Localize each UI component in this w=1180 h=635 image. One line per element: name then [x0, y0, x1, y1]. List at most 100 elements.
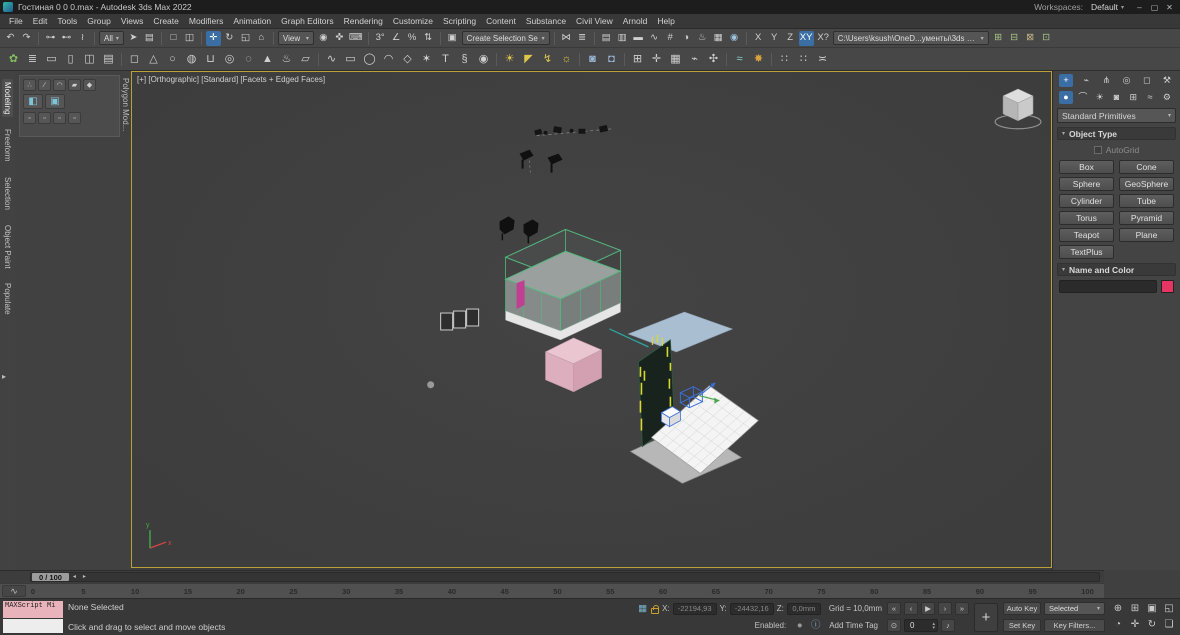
rendered-frame-window-icon[interactable]: ▦: [711, 31, 726, 46]
snaps-use-axis-constraints-icon[interactable]: X?: [816, 31, 831, 46]
macro-recorder-line[interactable]: MAXScript Mi: [3, 601, 63, 618]
app-icon[interactable]: [3, 2, 13, 12]
pivot-door-icon[interactable]: ▯: [62, 51, 79, 68]
select-and-place-icon[interactable]: ⌂: [254, 31, 269, 46]
railing-icon[interactable]: ≣: [24, 51, 41, 68]
ribbon-tab-object-paint[interactable]: Object Paint: [2, 222, 13, 272]
bind-to-space-warp-icon[interactable]: ≀: [75, 31, 90, 46]
key-mode-toggle-icon[interactable]: ⊙: [887, 619, 901, 632]
space-warps-category-icon[interactable]: ≈: [1143, 91, 1157, 104]
cameras-category-icon[interactable]: ◙: [1109, 91, 1123, 104]
select-and-move-icon[interactable]: ✛: [206, 31, 221, 46]
bomb-warp-icon[interactable]: ✸: [750, 51, 767, 68]
restrict-to-y-icon[interactable]: Y: [767, 31, 782, 46]
create-sphere-icon[interactable]: ○: [164, 51, 181, 68]
add-time-tag[interactable]: Add Time Tag: [829, 621, 878, 630]
restrict-to-xy-plane-icon[interactable]: XY: [799, 31, 814, 46]
go-to-start-icon[interactable]: «: [887, 602, 901, 615]
orbit-icon[interactable]: ↻: [1144, 618, 1160, 633]
utilities-tab-icon[interactable]: ⚒: [1160, 74, 1174, 87]
toggle-layer-explorer-icon[interactable]: ▥: [615, 31, 630, 46]
coord-x-field[interactable]: -22194,93: [673, 603, 717, 615]
info-icon[interactable]: ⓘ: [808, 618, 823, 633]
maximize-button[interactable]: ▢: [1147, 3, 1162, 12]
select-object-icon[interactable]: ➤: [126, 31, 141, 46]
toggle-ribbon-icon[interactable]: ▬: [631, 31, 646, 46]
unlink-selection-icon[interactable]: ⊷: [59, 31, 74, 46]
menu-scripting[interactable]: Scripting: [438, 16, 481, 26]
menu-civil-view[interactable]: Civil View: [571, 16, 618, 26]
zoom-extents-all-icon[interactable]: ◱: [1161, 602, 1177, 617]
create-teapot-button[interactable]: Teapot: [1059, 228, 1114, 242]
awning-window-icon[interactable]: ◫: [81, 51, 98, 68]
key-mode-dropdown[interactable]: Selected: [1044, 602, 1105, 615]
menu-arnold[interactable]: Arnold: [618, 16, 653, 26]
selection-filter-dropdown[interactable]: All: [99, 31, 124, 45]
foliage-icon[interactable]: ✿: [5, 51, 22, 68]
sphere-object[interactable]: [427, 381, 434, 388]
sun-positioner-icon[interactable]: ☼: [558, 51, 575, 68]
listener-line[interactable]: [3, 619, 63, 634]
create-cylinder-icon[interactable]: ⊔: [202, 51, 219, 68]
shapes-category-icon[interactable]: ⌒: [1076, 91, 1090, 104]
geometry-category-icon[interactable]: ●: [1059, 91, 1073, 104]
menu-substance[interactable]: Substance: [521, 16, 571, 26]
go-to-end-icon[interactable]: »: [955, 602, 969, 615]
stool-objects[interactable]: [520, 150, 563, 173]
coord-y-field[interactable]: -24432,16: [730, 603, 774, 615]
edge-mode-icon[interactable]: ∕: [38, 79, 51, 91]
select-and-manipulate-icon[interactable]: ✜: [332, 31, 347, 46]
direct-light-icon[interactable]: ↯: [539, 51, 556, 68]
grid-arrow-import-icon[interactable]: ⊞: [991, 31, 1006, 46]
align-icon[interactable]: ≣: [575, 31, 590, 46]
polygon-mode-icon[interactable]: ▰: [68, 79, 81, 91]
preset-d-icon[interactable]: ▫: [68, 112, 81, 124]
window-frame-object[interactable]: [441, 309, 479, 330]
blue-plane-object[interactable]: [628, 312, 732, 352]
select-by-name-icon[interactable]: ▤: [142, 31, 157, 46]
viewcube[interactable]: [995, 89, 1041, 129]
spot-light-icon[interactable]: ◤: [520, 51, 537, 68]
create-star-icon[interactable]: ✶: [418, 51, 435, 68]
ribbon-tab-freeform[interactable]: Freeform: [2, 126, 13, 164]
rectangular-selection-region-icon[interactable]: □: [166, 31, 181, 46]
dummy-helper-icon[interactable]: ⊞: [629, 51, 646, 68]
use-pivot-point-center-icon[interactable]: ◉: [316, 31, 331, 46]
menu-views[interactable]: Views: [116, 16, 149, 26]
set-key-button[interactable]: Set Key: [1003, 619, 1041, 632]
curve-editor-icon[interactable]: ∿: [647, 31, 662, 46]
coord-z-field[interactable]: 0,0mm: [787, 603, 821, 615]
create-plane-icon[interactable]: ▱: [297, 51, 314, 68]
modify-mode-icon[interactable]: ◧: [23, 94, 43, 109]
zoom-icon[interactable]: ⊕: [1110, 602, 1126, 617]
poly-modeling-icon[interactable]: ▣: [45, 94, 65, 109]
mini-slider-icon[interactable]: ≍: [814, 51, 831, 68]
isolate-selection-toggle-icon[interactable]: ▦: [635, 601, 650, 616]
modify-tab-icon[interactable]: ⌁: [1079, 74, 1093, 87]
hierarchy-tab-icon[interactable]: ⋔: [1099, 74, 1113, 87]
snap-grid-a-icon[interactable]: ∷: [776, 51, 793, 68]
create-cone-icon[interactable]: △: [145, 51, 162, 68]
create-ngon-icon[interactable]: ◇: [399, 51, 416, 68]
chair-objects[interactable]: [500, 216, 539, 243]
grid-arrow-settings-icon[interactable]: ⊡: [1039, 31, 1054, 46]
named-selection-set-dropdown[interactable]: Create Selection Se: [462, 31, 550, 45]
create-geosphere-icon[interactable]: ◍: [183, 51, 200, 68]
create-pyramid-button[interactable]: Pyramid: [1119, 211, 1174, 225]
percent-snap-toggle-icon[interactable]: %: [405, 31, 420, 46]
vertex-mode-icon[interactable]: ∴: [23, 79, 36, 91]
menu-create[interactable]: Create: [148, 16, 184, 26]
object-type-rollout[interactable]: Object Type: [1057, 127, 1176, 140]
material-editor-icon[interactable]: ◑: [679, 31, 694, 46]
play-animation-icon[interactable]: ▶: [921, 602, 935, 615]
sound-toggle-icon[interactable]: ♪: [941, 619, 955, 632]
track-bar-ruler[interactable]: 0510152025303540455055606570758085909510…: [28, 587, 1104, 596]
menu-edit[interactable]: Edit: [28, 16, 53, 26]
object-name-input[interactable]: [1059, 280, 1157, 293]
create-torus-button[interactable]: Torus: [1059, 211, 1114, 225]
create-box-icon[interactable]: ◻: [126, 51, 143, 68]
restrict-to-x-icon[interactable]: X: [751, 31, 766, 46]
zoom-region-icon[interactable]: ◔: [1110, 618, 1126, 633]
render-production-icon[interactable]: ◉: [727, 31, 742, 46]
keyboard-shortcut-override-icon[interactable]: ⌨: [348, 31, 364, 46]
